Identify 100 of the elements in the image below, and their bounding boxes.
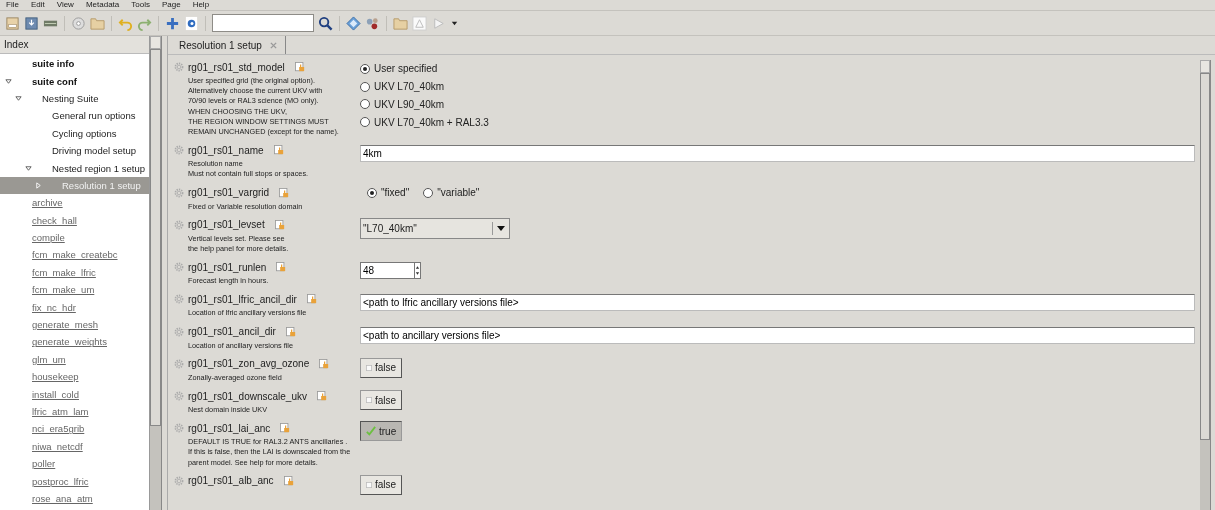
- close-icon[interactable]: [269, 41, 277, 49]
- text-field[interactable]: <path to ancillary versions file>: [360, 326, 1195, 344]
- plus-icon[interactable]: [165, 15, 180, 31]
- gear-icon[interactable]: [174, 294, 184, 305]
- setting-name: rg01_rs01_vargrid: [188, 187, 270, 199]
- disc-icon[interactable]: [71, 15, 86, 31]
- tree-item[interactable]: poller: [0, 455, 149, 473]
- radio-button[interactable]: [360, 81, 370, 92]
- setting-name: rg01_rs01_alb_anc: [188, 475, 274, 487]
- setting-name: rg01_rs01_lfric_ancil_dir: [188, 293, 297, 305]
- search-field[interactable]: [212, 14, 314, 32]
- tree-item[interactable]: housekeep: [0, 368, 149, 386]
- radio-label[interactable]: User specified: [374, 63, 438, 75]
- radio-button[interactable]: [360, 117, 370, 128]
- text-field[interactable]: 4km: [360, 145, 1195, 163]
- gear-icon[interactable]: [174, 391, 184, 402]
- tree-item[interactable]: fcm_make_lfric: [0, 263, 149, 282]
- radio-button[interactable]: [360, 99, 370, 110]
- gear-icon[interactable]: [174, 219, 184, 230]
- edit-icon[interactable]: [316, 391, 327, 402]
- radio-label[interactable]: UKV L90_40km: [374, 99, 445, 110]
- radio-button[interactable]: [367, 187, 377, 198]
- gear-icon[interactable]: [174, 358, 184, 369]
- toggle-button[interactable]: true: [360, 421, 403, 442]
- panel-title: Index: [0, 36, 149, 54]
- diamond-icon[interactable]: [346, 15, 361, 31]
- expanded-arrow-icon[interactable]: [5, 77, 12, 85]
- radio-label[interactable]: "variable": [437, 187, 480, 199]
- radio-label[interactable]: "fixed": [381, 187, 410, 199]
- tree-item[interactable]: rose_ana_atm: [0, 489, 149, 508]
- tree-item[interactable]: generate_mesh: [0, 315, 149, 334]
- edit-icon[interactable]: [306, 294, 317, 305]
- toggle-button[interactable]: false: [360, 357, 403, 378]
- tree-item[interactable]: postproc_lfric: [0, 472, 149, 490]
- tree-item[interactable]: suite info: [0, 55, 149, 73]
- nodes-icon[interactable]: [365, 15, 380, 31]
- tree-item[interactable]: General run options: [0, 107, 149, 125]
- tree-item[interactable]: Nesting Suite: [0, 89, 149, 108]
- gear-icon[interactable]: [174, 423, 184, 434]
- tree-item[interactable]: suite conf: [0, 72, 149, 90]
- tree-item[interactable]: archive: [0, 194, 149, 212]
- setting-name: rg01_rs01_runlen: [188, 261, 267, 273]
- menu-item[interactable]: Page: [161, 0, 181, 10]
- edit-icon[interactable]: [276, 262, 287, 273]
- number-field[interactable]: 48: [360, 262, 414, 280]
- menu-item[interactable]: View: [56, 0, 74, 10]
- toggle-button[interactable]: false: [360, 390, 403, 411]
- refresh-icon[interactable]: [184, 15, 199, 31]
- gear-icon[interactable]: [174, 145, 184, 156]
- tree-item[interactable]: niwa_netcdf: [0, 437, 149, 455]
- tree-item[interactable]: fcm_make_um: [0, 281, 149, 299]
- gear-icon[interactable]: [174, 326, 184, 337]
- edit-icon[interactable]: [283, 475, 294, 486]
- scrollbar[interactable]: [1200, 60, 1211, 510]
- tree-item[interactable]: fix_nc_hdr: [0, 298, 149, 316]
- gear-icon[interactable]: [174, 262, 184, 273]
- edit-icon[interactable]: [279, 187, 290, 198]
- menu-item[interactable]: Help: [192, 0, 210, 10]
- expanded-arrow-icon[interactable]: [15, 94, 22, 102]
- tree-item[interactable]: Driving model setup: [0, 141, 149, 160]
- toggle-button[interactable]: false: [360, 474, 403, 495]
- search-icon[interactable]: [318, 15, 333, 31]
- edit-icon[interactable]: [280, 423, 291, 434]
- menu-item[interactable]: File: [6, 0, 19, 10]
- edit-icon[interactable]: [274, 219, 285, 230]
- tree-item[interactable]: generate_weights: [0, 333, 149, 351]
- menu-item[interactable]: Tools: [131, 0, 150, 10]
- scrollbar[interactable]: [150, 36, 162, 510]
- expanded-arrow-icon[interactable]: [25, 164, 32, 172]
- tree-item[interactable]: Nested region 1 setup: [0, 159, 149, 177]
- radio-label[interactable]: UKV L70_40km + RAL3.3: [374, 116, 489, 128]
- tree-item[interactable]: glm_um: [0, 350, 149, 369]
- edit-icon[interactable]: [285, 326, 296, 337]
- edit-icon[interactable]: [319, 358, 330, 369]
- tree-item[interactable]: check_hall: [0, 211, 149, 229]
- gear-icon[interactable]: [174, 187, 184, 198]
- page-icon[interactable]: [5, 15, 20, 31]
- menu-item[interactable]: Edit: [30, 0, 45, 10]
- menu-item[interactable]: Metadata: [85, 0, 120, 10]
- folder-icon[interactable]: [90, 15, 105, 31]
- text-field[interactable]: <path to lfric ancillary versions file>: [360, 294, 1195, 312]
- radio-button[interactable]: [360, 63, 370, 74]
- save-icon[interactable]: [24, 15, 39, 31]
- folder-icon[interactable]: [393, 15, 408, 31]
- tree-item[interactable]: install_cold: [0, 385, 149, 403]
- gear-icon[interactable]: [174, 62, 184, 72]
- dropdown[interactable]: "L70_40km": [360, 217, 510, 239]
- gear-icon[interactable]: [174, 475, 184, 486]
- edit-icon[interactable]: [273, 145, 284, 156]
- tree-item[interactable]: Cycling options: [0, 124, 149, 142]
- collapsed-arrow-icon[interactable]: [35, 181, 42, 189]
- spin-arrows-icon[interactable]: [414, 262, 421, 280]
- tree-item[interactable]: fcm_make_createbc: [0, 246, 149, 264]
- tree-item[interactable]: compile: [0, 228, 149, 247]
- tree-item[interactable]: nci_era5grib: [0, 420, 149, 438]
- tree-item[interactable]: lfric_atm_lam: [0, 402, 149, 421]
- radio-label[interactable]: UKV L70_40km: [374, 81, 445, 93]
- radio-button[interactable]: [423, 187, 434, 198]
- edit-icon[interactable]: [294, 62, 305, 72]
- warning-icon[interactable]: [412, 15, 427, 31]
